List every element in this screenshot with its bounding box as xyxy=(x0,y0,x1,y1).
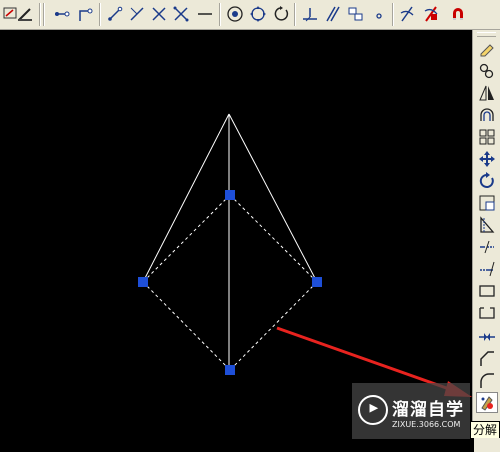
offset-icon[interactable] xyxy=(476,104,498,125)
explode-tooltip: 分解 xyxy=(470,421,500,439)
copy-icon[interactable] xyxy=(476,60,498,81)
dimension-update-icon[interactable] xyxy=(396,3,418,25)
dimension-aligned-icon[interactable] xyxy=(74,3,96,25)
dimension-toolbar xyxy=(0,0,500,30)
grip-top[interactable] xyxy=(225,190,235,200)
snap-magnet-icon[interactable] xyxy=(447,3,469,25)
tolerance-icon[interactable] xyxy=(322,3,344,25)
dimension-linear-icon[interactable] xyxy=(51,3,73,25)
dimension-center-icon[interactable] xyxy=(247,3,269,25)
properties-brush-icon[interactable] xyxy=(14,3,36,25)
rotate-icon[interactable] xyxy=(476,170,498,191)
dimension-arc-icon[interactable] xyxy=(104,3,126,25)
dimension-circle-icon[interactable] xyxy=(224,3,246,25)
break-at-point-icon[interactable] xyxy=(476,280,498,301)
watermark-brand: 溜溜自学 xyxy=(392,400,464,420)
dimension-radius-icon[interactable] xyxy=(148,3,170,25)
play-icon xyxy=(358,395,388,425)
dimension-jogged-icon[interactable] xyxy=(170,3,192,25)
dimension-parallel-icon[interactable] xyxy=(299,3,321,25)
modify-toolbar xyxy=(472,30,500,422)
dimension-edit-icon[interactable] xyxy=(368,3,390,25)
dimension-ordinate-icon[interactable] xyxy=(126,3,148,25)
chamfer-icon[interactable] xyxy=(476,348,498,369)
explode-icon[interactable] xyxy=(476,392,498,413)
dimension-baseline-icon[interactable] xyxy=(194,3,216,25)
mirror-icon[interactable] xyxy=(476,82,498,103)
break-icon[interactable] xyxy=(476,302,498,323)
move-icon[interactable] xyxy=(476,148,498,169)
grip-right[interactable] xyxy=(312,277,322,287)
stretch-icon[interactable] xyxy=(476,214,498,235)
dimension-angular-icon[interactable] xyxy=(270,3,292,25)
array-icon[interactable] xyxy=(476,126,498,147)
dimension-style-override-icon[interactable] xyxy=(420,3,442,25)
watermark: 溜溜自学 ZIXUE.3066.COM xyxy=(352,383,470,439)
erase-icon[interactable] xyxy=(476,38,498,59)
fillet-icon[interactable] xyxy=(476,370,498,391)
grip-bottom[interactable] xyxy=(225,365,235,375)
toolbar-corner xyxy=(474,438,500,452)
join-icon[interactable] xyxy=(476,326,498,347)
center-mark-icon[interactable] xyxy=(345,3,367,25)
extend-icon[interactable] xyxy=(476,258,498,279)
trim-icon[interactable] xyxy=(476,236,498,257)
scale-icon[interactable] xyxy=(476,192,498,213)
watermark-url: ZIXUE.3066.COM xyxy=(392,420,461,429)
grip-left[interactable] xyxy=(138,277,148,287)
